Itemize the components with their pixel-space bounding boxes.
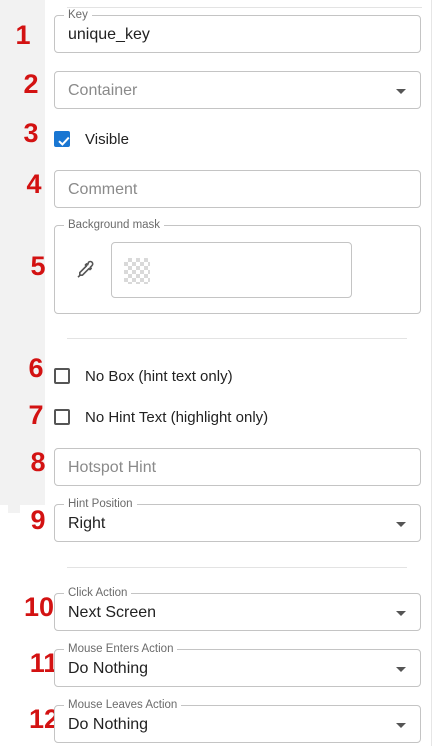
comment-field[interactable]: Comment xyxy=(54,170,421,208)
hotspot-hint-placeholder: Hotspot Hint xyxy=(68,459,157,476)
no-box-checkbox[interactable] xyxy=(54,368,70,384)
gutter-notch xyxy=(8,505,20,513)
section-divider xyxy=(67,567,407,568)
click-action-select[interactable]: Click Action Next Screen xyxy=(54,586,421,631)
mouse-leaves-action-label: Mouse Leaves Action xyxy=(64,698,182,712)
hint-position-select[interactable]: Hint Position Right xyxy=(54,497,421,542)
hint-position-value: Right xyxy=(68,515,106,532)
annotation-number: 5 xyxy=(30,251,46,281)
annotation-number: 7 xyxy=(28,400,44,430)
caret-down-icon xyxy=(396,723,406,728)
mouse-enters-action-label: Mouse Enters Action xyxy=(64,642,178,656)
visible-checkbox[interactable] xyxy=(54,131,70,147)
annotation-number: 2 xyxy=(23,69,39,99)
panel-right-border xyxy=(431,0,432,746)
caret-down-icon xyxy=(396,611,406,616)
no-hint-text-label: No Hint Text (highlight only) xyxy=(85,409,269,426)
container-select-placeholder: Container xyxy=(68,82,138,99)
top-divider xyxy=(67,7,422,8)
transparent-swatch xyxy=(124,258,150,284)
visible-label: Visible xyxy=(85,131,129,148)
annotation-number: 4 xyxy=(26,169,42,199)
comment-field-placeholder: Comment xyxy=(68,181,138,198)
click-action-value: Next Screen xyxy=(68,604,157,621)
annotation-number: 8 xyxy=(30,447,46,477)
mouse-enters-action-value: Do Nothing xyxy=(68,660,149,677)
background-mask-group: Background mask xyxy=(54,218,421,314)
mouse-leaves-action-select[interactable]: Mouse Leaves Action Do Nothing xyxy=(54,698,421,743)
mouse-leaves-action-value: Do Nothing xyxy=(68,716,149,733)
annotation-number: 1 xyxy=(15,20,31,50)
caret-down-icon xyxy=(396,89,406,94)
key-field-label: Key xyxy=(64,8,92,22)
container-select[interactable]: Container xyxy=(54,71,421,109)
key-field[interactable]: Key unique_key xyxy=(54,8,421,53)
annotation-number: 9 xyxy=(30,505,46,535)
caret-down-icon xyxy=(396,522,406,527)
annotation-number: 6 xyxy=(28,353,44,383)
hotspot-hint-field[interactable]: Hotspot Hint xyxy=(54,448,421,486)
mask-color-button[interactable] xyxy=(111,242,352,298)
caret-down-icon xyxy=(396,667,406,672)
annotation-number: 3 xyxy=(23,118,39,148)
background-mask-label: Background mask xyxy=(64,218,165,232)
section-divider xyxy=(67,338,407,339)
eyedropper-icon[interactable] xyxy=(74,259,96,281)
hint-position-label: Hint Position xyxy=(64,497,137,511)
click-action-label: Click Action xyxy=(64,586,132,600)
checkmark-icon xyxy=(58,136,70,146)
no-hint-text-checkbox[interactable] xyxy=(54,409,70,425)
annotation-number: 10 xyxy=(23,592,55,622)
key-field-value[interactable]: unique_key xyxy=(68,25,150,45)
no-box-label: No Box (hint text only) xyxy=(85,368,233,385)
mouse-enters-action-select[interactable]: Mouse Enters Action Do Nothing xyxy=(54,642,421,687)
